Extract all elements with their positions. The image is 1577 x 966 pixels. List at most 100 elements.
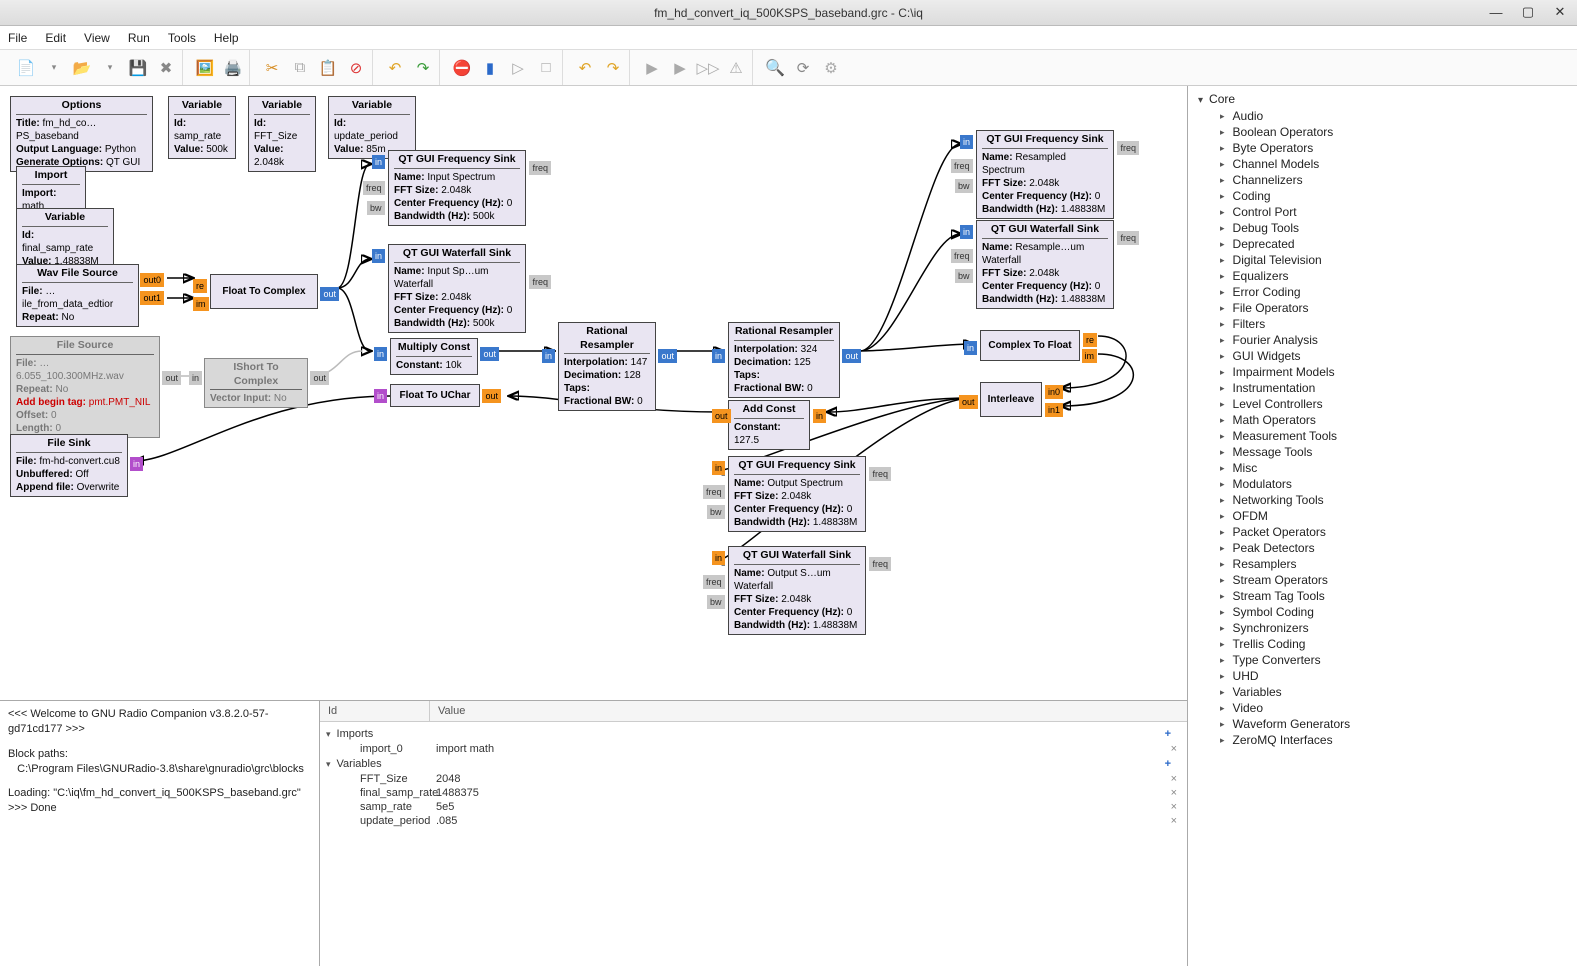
tree-item[interactable]: Type Converters	[1198, 652, 1567, 668]
port-out[interactable]: out	[959, 395, 978, 409]
maximize-icon[interactable]: ▢	[1517, 3, 1539, 21]
save-icon[interactable]: 💾	[128, 58, 148, 78]
tree-item[interactable]: Message Tools	[1198, 444, 1567, 460]
tree-item[interactable]: Variables	[1198, 684, 1567, 700]
tree-item[interactable]: Digital Television	[1198, 252, 1567, 268]
tree-item[interactable]: Stream Operators	[1198, 572, 1567, 588]
port-freq[interactable]: freq	[951, 159, 973, 173]
tree-item[interactable]: Audio	[1198, 108, 1567, 124]
tree-item[interactable]: Trellis Coding	[1198, 636, 1567, 652]
block-file-sink[interactable]: File Sink File: fm-hd-convert.cu8 Unbuff…	[10, 434, 128, 497]
tree-item[interactable]: Resamplers	[1198, 556, 1567, 572]
tree-item[interactable]: Coding	[1198, 188, 1567, 204]
tree-item[interactable]: ZeroMQ Interfaces	[1198, 732, 1567, 748]
port-freq[interactable]: freq	[703, 485, 725, 499]
block-variable-final-samp-rate[interactable]: Variable Id: final_samp_rate Value: 1.48…	[16, 208, 114, 271]
block-float-to-complex[interactable]: Float To Complex re im out	[210, 274, 318, 309]
tree-item[interactable]: Math Operators	[1198, 412, 1567, 428]
port-out[interactable]: out	[162, 371, 181, 385]
tree-item[interactable]: Level Controllers	[1198, 396, 1567, 412]
redo-icon[interactable]: ↷	[413, 58, 433, 78]
port-in[interactable]: in	[130, 457, 143, 471]
tree-item[interactable]: Synchronizers	[1198, 620, 1567, 636]
delete-icon[interactable]: ⊘	[346, 58, 366, 78]
tool-icon[interactable]: ⚙	[821, 58, 841, 78]
block-add-const[interactable]: Add Const Constant: 127.5 out in	[728, 400, 810, 450]
port-bw[interactable]: bw	[367, 201, 385, 215]
port-in[interactable]: in	[712, 349, 725, 363]
port-in[interactable]: in	[960, 225, 973, 239]
close-file-icon[interactable]: ✖	[156, 58, 176, 78]
tree-item[interactable]: GUI Widgets	[1198, 348, 1567, 364]
block-tree[interactable]: Core AudioBoolean OperatorsByte Operator…	[1187, 86, 1577, 966]
remove-icon[interactable]: ×	[1171, 773, 1177, 785]
tree-item[interactable]: Boolean Operators	[1198, 124, 1567, 140]
port-bw[interactable]: bw	[707, 595, 725, 609]
port-freq-out[interactable]: freq	[869, 467, 891, 481]
port-in[interactable]: in	[189, 371, 202, 385]
port-out[interactable]: out	[712, 409, 731, 423]
tree-item[interactable]: Instrumentation	[1198, 380, 1567, 396]
port-re[interactable]: re	[1083, 333, 1097, 347]
block-file-source[interactable]: File Source File: …6.055_100.300MHz.wav …	[10, 336, 160, 438]
menu-run[interactable]: Run	[128, 31, 150, 45]
error-icon[interactable]: ⛔	[452, 58, 472, 78]
search-icon[interactable]: 🔍	[765, 58, 785, 78]
port-in[interactable]: in	[372, 249, 385, 263]
menu-file[interactable]: File	[8, 31, 27, 45]
port-in[interactable]: in	[542, 349, 555, 363]
port-in0[interactable]: in0	[1045, 385, 1063, 399]
enable-icon[interactable]: ▶	[642, 58, 662, 78]
tree-item[interactable]: File Operators	[1198, 300, 1567, 316]
block-freq-sink-resampled[interactable]: QT GUI Frequency Sink Name: Resampled Sp…	[976, 130, 1114, 219]
port-out0[interactable]: out0	[140, 273, 164, 287]
remove-icon[interactable]: ×	[1171, 743, 1177, 755]
block-float-to-uchar[interactable]: Float To UChar in out	[390, 384, 480, 407]
menu-view[interactable]: View	[84, 31, 110, 45]
tree-item[interactable]: Modulators	[1198, 476, 1567, 492]
block-waterfall-sink-output[interactable]: QT GUI Waterfall Sink Name: Output S…um …	[728, 546, 866, 635]
bypass-icon[interactable]: ▷▷	[698, 58, 718, 78]
port-freq[interactable]: freq	[951, 249, 973, 263]
tree-item[interactable]: Stream Tag Tools	[1198, 588, 1567, 604]
port-in[interactable]: in	[960, 135, 973, 149]
block-freq-sink-output[interactable]: QT GUI Frequency Sink Name: Output Spect…	[728, 456, 866, 532]
port-out[interactable]: out	[658, 349, 677, 363]
copy-icon[interactable]: ⧉	[290, 58, 310, 78]
block-rational-resampler-1[interactable]: Rational Resampler Interpolation: 147 De…	[558, 322, 656, 411]
disable-icon[interactable]: ▶	[670, 58, 690, 78]
port-out[interactable]: out	[480, 347, 499, 361]
reload-icon[interactable]: ⟳	[793, 58, 813, 78]
tree-item[interactable]: Filters	[1198, 316, 1567, 332]
menu-tools[interactable]: Tools	[168, 31, 196, 45]
run-icon[interactable]: ▷	[508, 58, 528, 78]
tree-item[interactable]: Networking Tools	[1198, 492, 1567, 508]
port-im[interactable]: im	[1082, 349, 1098, 363]
screenshot-icon[interactable]: 🖼️	[195, 58, 215, 78]
port-im[interactable]: im	[193, 297, 209, 311]
tree-item[interactable]: Equalizers	[1198, 268, 1567, 284]
port-freq-out[interactable]: freq	[869, 557, 891, 571]
port-bw[interactable]: bw	[955, 269, 973, 283]
tree-item[interactable]: Deprecated	[1198, 236, 1567, 252]
tree-item[interactable]: Channel Models	[1198, 156, 1567, 172]
stop-icon[interactable]: □	[536, 58, 556, 78]
tree-item[interactable]: Debug Tools	[1198, 220, 1567, 236]
port-bw[interactable]: bw	[707, 505, 725, 519]
tree-item[interactable]: Control Port	[1198, 204, 1567, 220]
flowgraph-canvas[interactable]: Options Title: fm_hd_co…PS_baseband Outp…	[0, 86, 1187, 700]
port-in[interactable]: in	[964, 341, 977, 355]
port-out[interactable]: out	[482, 389, 501, 403]
tree-item[interactable]: Waveform Generators	[1198, 716, 1567, 732]
new-icon[interactable]: 📄	[16, 58, 36, 78]
port-out[interactable]: out	[310, 371, 329, 385]
block-complex-to-float[interactable]: Complex To Float in re im	[980, 330, 1080, 361]
port-in[interactable]: in	[374, 347, 387, 361]
tree-item[interactable]: Misc	[1198, 460, 1567, 476]
block-options[interactable]: Options Title: fm_hd_co…PS_baseband Outp…	[10, 96, 153, 172]
open-icon[interactable]: 📂	[72, 58, 92, 78]
block-waterfall-sink-input[interactable]: QT GUI Waterfall Sink Name: Input Sp…um …	[388, 244, 526, 333]
paste-icon[interactable]: 📋	[318, 58, 338, 78]
block-variable-fft-size[interactable]: Variable Id: FFT_Size Value: 2.048k	[248, 96, 316, 172]
remove-icon[interactable]: ×	[1171, 801, 1177, 813]
